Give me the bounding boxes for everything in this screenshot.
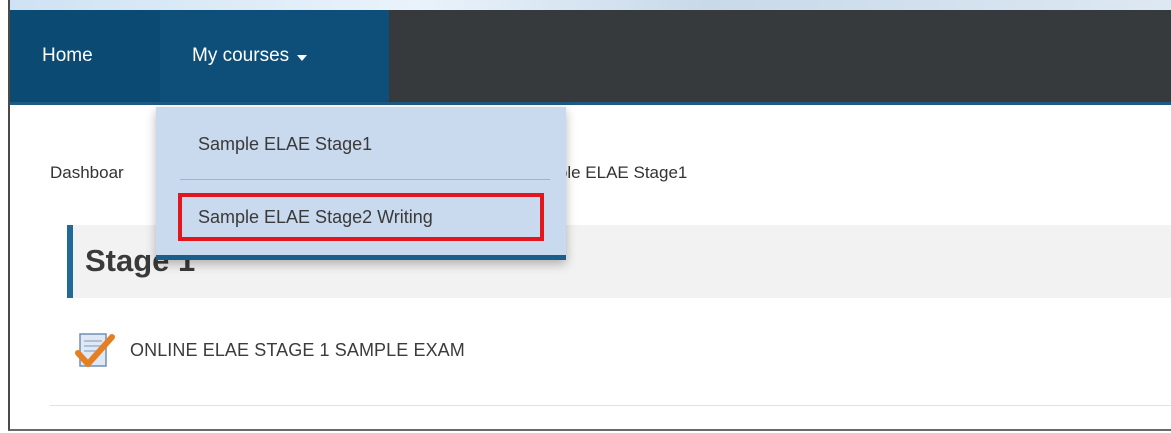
- section-divider: [50, 405, 1171, 406]
- activity-item[interactable]: ONLINE ELAE STAGE 1 SAMPLE EXAM: [74, 330, 465, 370]
- browser-frame: Home My courses Dashboar mple ELAE Stage1…: [8, 0, 1171, 431]
- dropdown-item-stage2-writing[interactable]: Sample ELAE Stage2 Writing: [198, 207, 433, 228]
- caret-down-icon: [297, 54, 308, 61]
- nav-home[interactable]: Home: [10, 10, 160, 102]
- nav-my-courses-label: My courses: [192, 45, 290, 66]
- top-navbar: Home My courses: [10, 10, 1171, 105]
- nav-my-courses[interactable]: My courses: [160, 10, 389, 102]
- dropdown-divider: [180, 179, 550, 180]
- quiz-checkmark-icon: [75, 333, 115, 367]
- activity-label: ONLINE ELAE STAGE 1 SAMPLE EXAM: [130, 339, 465, 360]
- header-banner: [10, 0, 1171, 10]
- nav-home-label: Home: [42, 45, 93, 66]
- breadcrumb-dashboard[interactable]: Dashboar: [50, 163, 124, 182]
- dropdown-item-stage1[interactable]: Sample ELAE Stage1: [198, 134, 372, 155]
- my-courses-dropdown: Sample ELAE Stage1 Sample ELAE Stage2 Wr…: [156, 107, 566, 260]
- highlight-box: Sample ELAE Stage2 Writing: [178, 193, 544, 241]
